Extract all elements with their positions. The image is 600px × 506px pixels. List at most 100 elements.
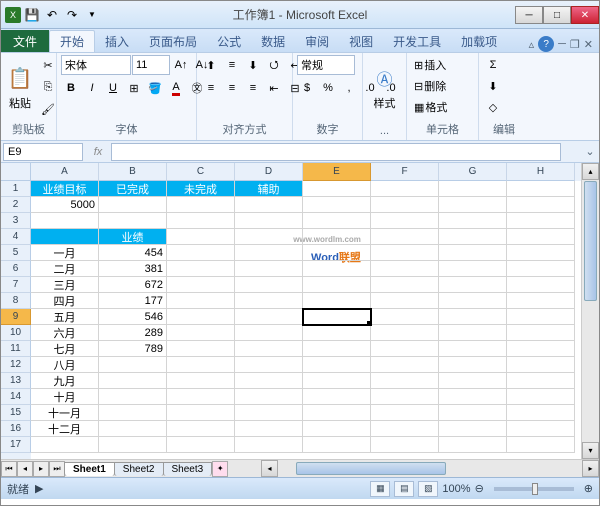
cell[interactable]: 二月 [31, 261, 99, 277]
col-header-A[interactable]: A [31, 163, 99, 181]
align-right-icon[interactable]: ≡ [243, 78, 263, 98]
cell[interactable] [507, 341, 575, 357]
horizontal-scrollbar[interactable]: ◂ ▸ [261, 460, 599, 477]
cell[interactable] [371, 277, 439, 293]
row-header-7[interactable]: 7 [1, 277, 31, 293]
cell[interactable] [439, 357, 507, 373]
cell[interactable] [303, 437, 371, 453]
scroll-up-icon[interactable]: ▴ [582, 163, 599, 180]
paste-button[interactable]: 📋 粘贴 [5, 55, 35, 119]
cell[interactable] [371, 405, 439, 421]
row-header-9[interactable]: 9 [1, 309, 31, 325]
cell[interactable] [439, 197, 507, 213]
cell[interactable]: 672 [99, 277, 167, 293]
align-center-icon[interactable]: ≡ [222, 78, 242, 98]
cell[interactable] [167, 373, 235, 389]
row-header-1[interactable]: 1 [1, 181, 31, 197]
hscroll-thumb[interactable] [296, 462, 446, 475]
cell[interactable] [371, 293, 439, 309]
cell[interactable] [371, 213, 439, 229]
cell[interactable] [235, 261, 303, 277]
cell[interactable] [235, 421, 303, 437]
cell[interactable] [31, 213, 99, 229]
scroll-left-icon[interactable]: ◂ [261, 460, 278, 477]
col-header-C[interactable]: C [167, 163, 235, 181]
cell[interactable]: 业绩目标 [31, 181, 99, 197]
sheet-tab-Sheet2[interactable]: Sheet2 [114, 462, 164, 476]
cell[interactable] [303, 357, 371, 373]
font-name-select[interactable]: 宋体 [61, 55, 131, 75]
cell[interactable] [439, 229, 507, 245]
normal-view-icon[interactable]: ▦ [370, 481, 390, 497]
cell[interactable] [439, 325, 507, 341]
cell[interactable] [235, 277, 303, 293]
formula-bar[interactable] [111, 143, 561, 161]
comma-icon[interactable]: , [339, 78, 359, 98]
cell[interactable]: 289 [99, 325, 167, 341]
cell[interactable] [167, 357, 235, 373]
cell[interactable] [303, 293, 371, 309]
ribbon-minimize-icon[interactable]: ▵ [529, 38, 535, 51]
cell[interactable] [439, 437, 507, 453]
cell[interactable] [371, 373, 439, 389]
cell[interactable]: 八月 [31, 357, 99, 373]
cell[interactable] [507, 373, 575, 389]
cell[interactable] [167, 437, 235, 453]
cell[interactable] [235, 293, 303, 309]
cell[interactable] [371, 261, 439, 277]
cell[interactable] [99, 437, 167, 453]
row-header-14[interactable]: 14 [1, 389, 31, 405]
cell[interactable] [235, 309, 303, 325]
cell[interactable] [303, 405, 371, 421]
clear-icon[interactable]: ◇ [483, 97, 503, 117]
row-header-2[interactable]: 2 [1, 197, 31, 213]
cell[interactable] [167, 197, 235, 213]
tab-插入[interactable]: 插入 [95, 30, 139, 52]
col-header-E[interactable]: E [303, 163, 371, 181]
insert-cells-button[interactable]: ⊞插入 [411, 55, 477, 75]
cell[interactable] [439, 309, 507, 325]
col-header-D[interactable]: D [235, 163, 303, 181]
cell[interactable] [167, 245, 235, 261]
cell[interactable] [167, 341, 235, 357]
cell[interactable] [167, 213, 235, 229]
cell[interactable]: 未完成 [167, 181, 235, 197]
row-header-5[interactable]: 5 [1, 245, 31, 261]
sheet-nav-next-icon[interactable]: ▸ [33, 461, 49, 477]
cell[interactable] [371, 357, 439, 373]
align-bottom-icon[interactable]: ⬇ [243, 55, 263, 75]
cell[interactable] [167, 277, 235, 293]
qat-dropdown-icon[interactable]: ▼ [83, 6, 101, 24]
cell[interactable] [439, 341, 507, 357]
select-all-corner[interactable] [1, 163, 31, 181]
row-header-8[interactable]: 8 [1, 293, 31, 309]
font-size-select[interactable]: 11 [132, 55, 170, 75]
row-header-3[interactable]: 3 [1, 213, 31, 229]
tab-数据[interactable]: 数据 [251, 30, 295, 52]
tab-公式[interactable]: 公式 [207, 30, 251, 52]
cell[interactable] [235, 373, 303, 389]
cell[interactable] [507, 389, 575, 405]
zoom-level[interactable]: 100% [442, 483, 470, 495]
cell[interactable] [371, 197, 439, 213]
cell[interactable] [371, 341, 439, 357]
currency-icon[interactable]: $ [297, 78, 317, 98]
zoom-out-icon[interactable]: ⊖ [475, 482, 484, 495]
copy-icon[interactable]: ⎘ [38, 77, 58, 97]
cell[interactable] [439, 245, 507, 261]
doc-close-icon[interactable]: ✕ [584, 38, 593, 51]
cell[interactable] [507, 277, 575, 293]
cell[interactable] [371, 229, 439, 245]
cell[interactable] [371, 245, 439, 261]
row-header-16[interactable]: 16 [1, 421, 31, 437]
italic-button[interactable]: I [82, 78, 102, 98]
new-sheet-icon[interactable]: ✦ [212, 461, 228, 477]
scroll-right-icon[interactable]: ▸ [582, 460, 599, 477]
maximize-button[interactable]: □ [543, 6, 571, 24]
row-header-4[interactable]: 4 [1, 229, 31, 245]
zoom-slider[interactable] [494, 487, 574, 491]
sheet-nav-last-icon[interactable]: ⏭ [49, 461, 65, 477]
cell[interactable] [439, 277, 507, 293]
fill-icon[interactable]: ⬇ [483, 76, 503, 96]
underline-button[interactable]: U [103, 78, 123, 98]
